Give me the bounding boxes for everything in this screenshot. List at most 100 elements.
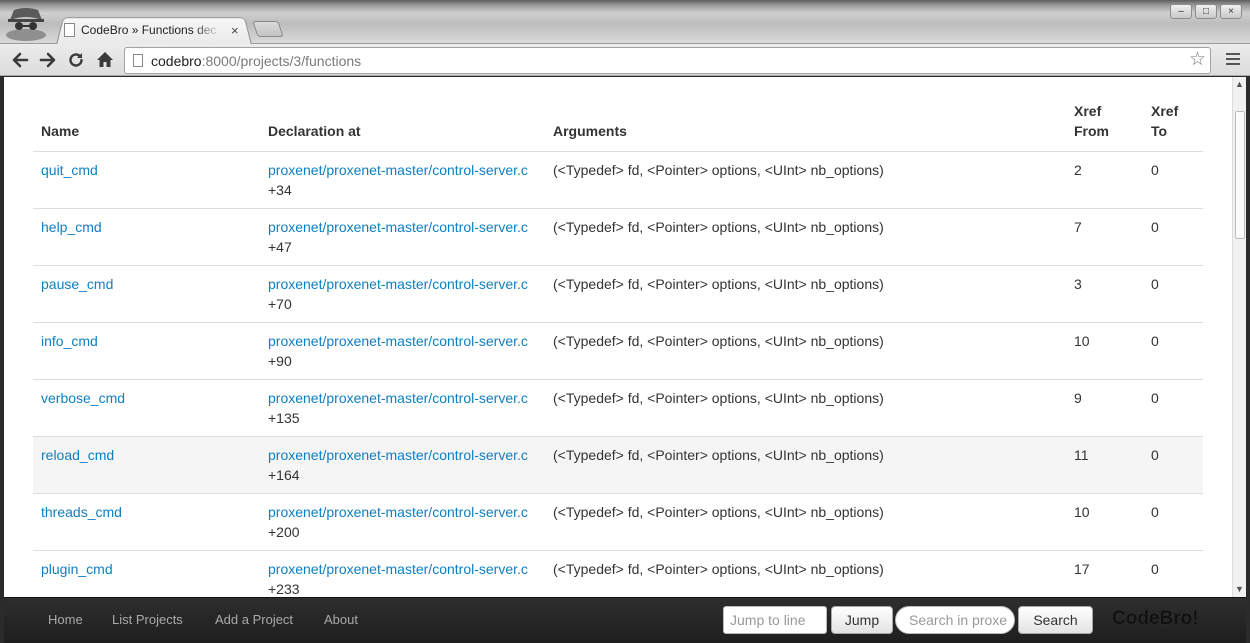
address-bar[interactable]: codebro:8000/projects/3/functions ☆ bbox=[124, 47, 1211, 74]
bottom-navbar: Home List Projects Add a Project About J… bbox=[4, 597, 1246, 643]
declaration-line: +233 bbox=[268, 580, 300, 597]
declaration-file-link[interactable]: proxenet/proxenet-master/control-server.… bbox=[268, 561, 528, 577]
close-window-button[interactable]: × bbox=[1220, 4, 1242, 19]
browser-tab-content[interactable]: CodeBro » Functions dec × bbox=[64, 18, 246, 42]
xref-from-cell: 11 bbox=[1066, 436, 1143, 494]
search-button[interactable]: Search bbox=[1018, 606, 1093, 634]
nav-home-link[interactable]: Home bbox=[48, 612, 83, 627]
browser-tab-strip: CodeBro » Functions dec × – □ × bbox=[0, 0, 1250, 45]
declaration-line: +164 bbox=[268, 466, 300, 483]
xref-from-cell: 10 bbox=[1066, 322, 1143, 380]
url-text[interactable]: codebro:8000/projects/3/functions bbox=[151, 53, 361, 69]
xref-from-cell: 9 bbox=[1066, 379, 1143, 437]
menu-icon[interactable] bbox=[1226, 53, 1240, 68]
page-icon bbox=[133, 54, 143, 67]
xref-to-cell: 0 bbox=[1143, 379, 1203, 437]
function-name-link[interactable]: quit_cmd bbox=[41, 162, 98, 178]
functions-table: Name Declaration at Arguments Xref From X… bbox=[33, 77, 1203, 597]
declaration-cell: proxenet/proxenet-master/control-server.… bbox=[260, 493, 545, 551]
declaration-file-link[interactable]: proxenet/proxenet-master/control-server.… bbox=[268, 276, 528, 292]
page-icon bbox=[64, 23, 75, 37]
header-xref-to: Xref To bbox=[1143, 77, 1203, 152]
function-name-link[interactable]: plugin_cmd bbox=[41, 561, 113, 577]
xref-to-cell: 0 bbox=[1143, 436, 1203, 494]
function-name-link[interactable]: threads_cmd bbox=[41, 504, 122, 520]
browser-toolbar: codebro:8000/projects/3/functions ☆ bbox=[0, 44, 1250, 76]
table-row: reload_cmd proxenet/proxenet-master/contr… bbox=[33, 436, 1203, 494]
declaration-file-link[interactable]: proxenet/proxenet-master/control-server.… bbox=[268, 219, 528, 235]
minimize-button[interactable]: – bbox=[1170, 4, 1192, 19]
window-controls: – □ × bbox=[1170, 4, 1242, 19]
table-row: help_cmd proxenet/proxenet-master/control… bbox=[33, 208, 1203, 266]
tab-close-icon[interactable]: × bbox=[231, 24, 239, 37]
arguments-cell: (<Typedef> fd, <Pointer> options, <UInt>… bbox=[545, 550, 1066, 597]
header-xref-from: Xref From bbox=[1066, 77, 1143, 152]
declaration-cell: proxenet/proxenet-master/control-server.… bbox=[260, 436, 545, 494]
arguments-cell: (<Typedef> fd, <Pointer> options, <UInt>… bbox=[545, 379, 1066, 437]
function-name-cell: info_cmd bbox=[33, 322, 260, 380]
table-header-row: Name Declaration at Arguments Xref From X… bbox=[33, 77, 1203, 152]
declaration-cell: proxenet/proxenet-master/control-server.… bbox=[260, 322, 545, 380]
function-name-cell: plugin_cmd bbox=[33, 550, 260, 597]
scrollbar-thumb[interactable] bbox=[1235, 111, 1245, 239]
function-name-link[interactable]: info_cmd bbox=[41, 333, 98, 349]
xref-from-cell: 3 bbox=[1066, 265, 1143, 323]
reload-icon[interactable] bbox=[64, 48, 88, 72]
window-frame bbox=[1246, 77, 1250, 643]
bookmark-star-icon[interactable]: ☆ bbox=[1189, 50, 1206, 69]
scroll-up-arrow-icon[interactable]: ▲ bbox=[1235, 80, 1244, 89]
arguments-cell: (<Typedef> fd, <Pointer> options, <UInt>… bbox=[545, 322, 1066, 380]
incognito-icon bbox=[6, 8, 46, 41]
page-viewport: Name Declaration at Arguments Xref From X… bbox=[4, 77, 1232, 597]
function-name-cell: pause_cmd bbox=[33, 265, 260, 323]
nav-about-link[interactable]: About bbox=[324, 612, 358, 627]
xref-to-cell: 0 bbox=[1143, 493, 1203, 551]
table-row: threads_cmd proxenet/proxenet-master/cont… bbox=[33, 493, 1203, 551]
arguments-cell: (<Typedef> fd, <Pointer> options, <UInt>… bbox=[545, 265, 1066, 323]
function-name-cell: quit_cmd bbox=[33, 151, 260, 209]
arguments-cell: (<Typedef> fd, <Pointer> options, <UInt>… bbox=[545, 436, 1066, 494]
scroll-down-arrow-icon[interactable]: ▼ bbox=[1235, 585, 1244, 594]
xref-to-cell: 0 bbox=[1143, 550, 1203, 597]
declaration-line: +200 bbox=[268, 523, 300, 540]
declaration-file-link[interactable]: proxenet/proxenet-master/control-server.… bbox=[268, 447, 528, 463]
function-name-cell: verbose_cmd bbox=[33, 379, 260, 437]
declaration-line: +34 bbox=[268, 181, 292, 198]
header-name: Name bbox=[33, 77, 260, 152]
new-tab-button[interactable] bbox=[252, 21, 284, 37]
back-arrow-icon[interactable] bbox=[8, 48, 32, 72]
function-name-cell: help_cmd bbox=[33, 208, 260, 266]
function-name-link[interactable]: verbose_cmd bbox=[41, 390, 125, 406]
table-row: pause_cmd proxenet/proxenet-master/contro… bbox=[33, 265, 1203, 323]
function-name-link[interactable]: help_cmd bbox=[41, 219, 102, 235]
function-name-link[interactable]: reload_cmd bbox=[41, 447, 114, 463]
xref-to-cell: 0 bbox=[1143, 322, 1203, 380]
search-input[interactable] bbox=[895, 606, 1015, 634]
jump-to-line-input[interactable] bbox=[723, 606, 827, 634]
vertical-scrollbar[interactable]: ▲ ▼ bbox=[1232, 77, 1246, 597]
nav-add-project-link[interactable]: Add a Project bbox=[215, 612, 293, 627]
brand-logo[interactable]: CodeBro! bbox=[1112, 608, 1199, 630]
table-row: verbose_cmd proxenet/proxenet-master/cont… bbox=[33, 379, 1203, 437]
xref-from-cell: 10 bbox=[1066, 493, 1143, 551]
xref-to-cell: 0 bbox=[1143, 208, 1203, 266]
table-row: info_cmd proxenet/proxenet-master/control… bbox=[33, 322, 1203, 380]
arguments-cell: (<Typedef> fd, <Pointer> options, <UInt>… bbox=[545, 208, 1066, 266]
declaration-file-link[interactable]: proxenet/proxenet-master/control-server.… bbox=[268, 162, 528, 178]
tab-title: CodeBro » Functions dec bbox=[81, 23, 217, 37]
xref-from-cell: 17 bbox=[1066, 550, 1143, 597]
declaration-line: +135 bbox=[268, 409, 300, 426]
xref-to-cell: 0 bbox=[1143, 151, 1203, 209]
forward-arrow-icon[interactable] bbox=[36, 48, 60, 72]
declaration-file-link[interactable]: proxenet/proxenet-master/control-server.… bbox=[268, 390, 528, 406]
maximize-button[interactable]: □ bbox=[1195, 4, 1217, 19]
declaration-file-link[interactable]: proxenet/proxenet-master/control-server.… bbox=[268, 333, 528, 349]
function-name-cell: threads_cmd bbox=[33, 493, 260, 551]
function-name-link[interactable]: pause_cmd bbox=[41, 276, 113, 292]
jump-button[interactable]: Jump bbox=[831, 606, 893, 634]
declaration-file-link[interactable]: proxenet/proxenet-master/control-server.… bbox=[268, 504, 528, 520]
header-declaration: Declaration at bbox=[260, 77, 545, 152]
nav-list-projects-link[interactable]: List Projects bbox=[112, 612, 183, 627]
home-icon[interactable] bbox=[93, 48, 117, 72]
declaration-line: +47 bbox=[268, 238, 292, 255]
